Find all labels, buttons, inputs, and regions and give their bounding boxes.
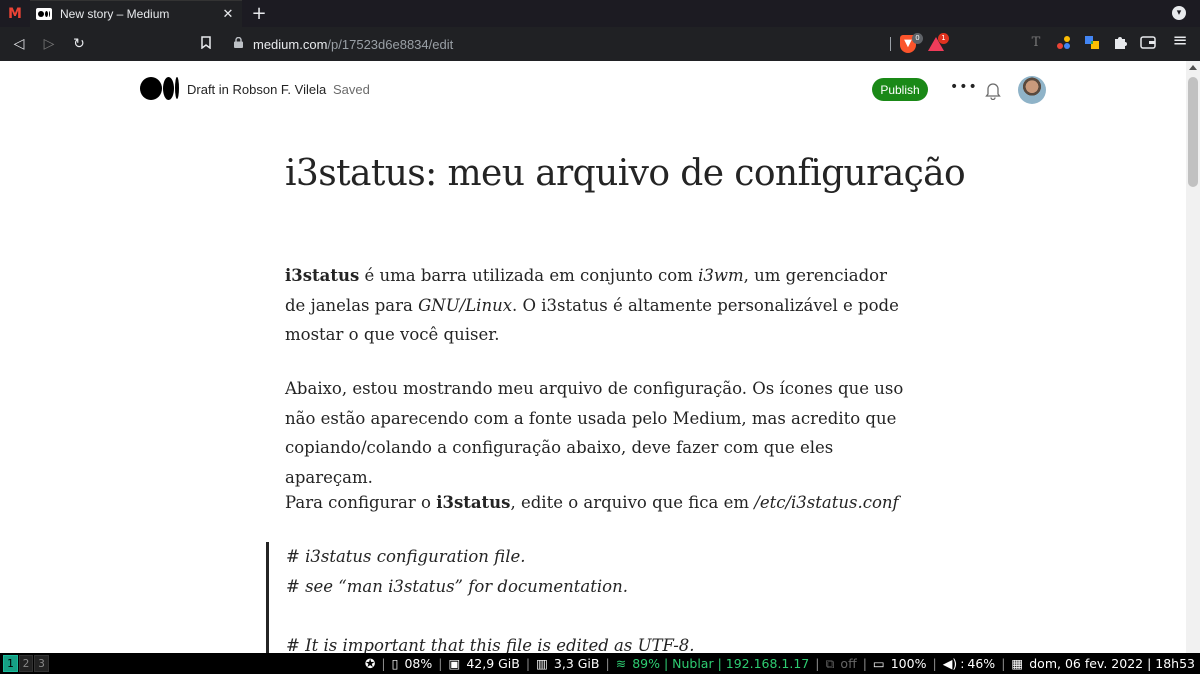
workspace-1[interactable]: 1 [3, 655, 18, 672]
rebel-icon: ✪ [364, 656, 376, 671]
shields-count-badge: 0 [912, 33, 923, 44]
disk-free: 42,9 GiB [466, 656, 520, 671]
scroll-up-arrow-icon[interactable] [1189, 65, 1197, 70]
colorful-dots-icon[interactable] [1054, 35, 1074, 55]
medium-logo-icon[interactable] [140, 77, 182, 101]
wifi-icon: ≋ [615, 656, 627, 671]
reload-icon[interactable]: ↻ [64, 36, 94, 52]
paragraph-text: é uma barra utilizada em conjunto com [359, 266, 699, 285]
notifications-bell-icon[interactable] [984, 80, 1002, 101]
quote-line-blank [286, 601, 906, 631]
forward-icon[interactable]: ▷ [34, 36, 64, 52]
paragraph-text: , edite o arquivo que fica em [510, 493, 755, 512]
volume-prefix: : [960, 656, 965, 671]
term-i3status: i3status [285, 266, 360, 285]
ethernet-icon: ⧉ [825, 655, 835, 671]
ethernet-status: off [840, 656, 857, 671]
calendar-icon: ▦ [1011, 656, 1024, 671]
separator: | [381, 656, 386, 671]
tab-search-icon[interactable]: ▾ [1172, 6, 1186, 20]
memory-icon: ▥ [536, 656, 548, 671]
article-paragraph-3[interactable]: Para configurar o i3status, edite o arqu… [285, 488, 905, 518]
config-blockquote[interactable]: # i3status configuration file. # see “ma… [266, 542, 906, 653]
url-host: medium.com [253, 36, 328, 52]
article-paragraph-2[interactable]: Abaixo, estou mostrando meu arquivo de c… [285, 374, 905, 492]
separator: | [862, 656, 867, 671]
medium-favicon-icon [36, 8, 52, 20]
battery-level: 100% [890, 656, 927, 671]
quote-line: # see “man i3status” for documentation. [286, 576, 628, 596]
workspace-2[interactable]: 2 [18, 655, 34, 672]
paragraph-text: Para configurar o [285, 493, 437, 512]
browser-toolbar: ◁ ▷ ↻ medium.com/p/17523d6e8834/edit ▼ 0… [0, 27, 1200, 61]
lock-icon [234, 36, 243, 51]
translate-icon[interactable]: T [1026, 35, 1046, 50]
term-gnu-linux: GNU/Linux [418, 295, 513, 315]
separator: | [932, 656, 937, 671]
url-path: /p/17523d6e8834/edit [327, 36, 454, 52]
cpu-icon: ▯ [391, 656, 399, 671]
volume-icon: ◀) [942, 656, 958, 671]
separator: | [605, 656, 610, 671]
separator: | [815, 656, 820, 671]
tab-title: New story – Medium [60, 7, 170, 21]
draft-label: Draft in Robson F. Vilela [187, 82, 327, 97]
menu-icon[interactable]: ≡ [1170, 30, 1190, 51]
quote-line: # It is important that this file is edit… [286, 635, 695, 654]
bookmark-icon[interactable] [194, 36, 218, 53]
saved-status: Saved [333, 82, 370, 97]
address-bar[interactable]: medium.com/p/17523d6e8834/edit ▼ 0 1 [226, 31, 960, 57]
volume-level: 46% [967, 656, 996, 671]
article-paragraph-1[interactable]: i3status é uma barra utilizada em conjun… [285, 261, 905, 350]
publish-button[interactable]: Publish [872, 78, 928, 101]
new-tab-button[interactable]: + [244, 3, 274, 24]
separator: | [1001, 656, 1006, 671]
page-scrollbar[interactable] [1186, 61, 1200, 653]
status-blocks: ✪ | ▯ 08% | ▣ 42,9 GiB | ▥ 3,3 GiB | ≋ 89% |… [362, 653, 1198, 674]
more-options-icon[interactable]: ••• [950, 79, 978, 95]
url-separator [890, 37, 891, 51]
tab-medium[interactable]: New story – Medium ✕ [30, 0, 242, 27]
puzzle-icon[interactable] [1110, 35, 1130, 54]
i3-status-bar: 1 2 3 ✪ | ▯ 08% | ▣ 42,9 GiB | ▥ 3,3 GiB | … [0, 653, 1200, 674]
battery-icon: ▭ [872, 656, 885, 671]
medium-header: Draft in Robson F. Vilela Saved Publish … [0, 61, 1186, 121]
wallet-icon[interactable] [1138, 35, 1158, 53]
disk-icon: ▣ [448, 656, 461, 671]
memory-used: 3,3 GiB [553, 656, 600, 671]
user-avatar[interactable] [1018, 76, 1046, 104]
cpu-usage: 08% [404, 656, 433, 671]
separator: | [525, 656, 531, 671]
workspace-3[interactable]: 3 [34, 655, 49, 672]
gmail-icon: M [8, 5, 22, 22]
config-path: /etc/i3status.conf [754, 493, 899, 512]
datetime: dom, 06 fev. 2022 | 18h53 [1029, 656, 1195, 671]
color-squares-icon[interactable] [1082, 35, 1102, 55]
separator: | [438, 656, 443, 671]
back-icon[interactable]: ◁ [4, 36, 34, 52]
article-title[interactable]: i3status: meu arquivo de configuração [285, 153, 966, 194]
wifi-status: 89% | Nublar | 192.168.1.17 [632, 656, 810, 671]
medium-editor-page: Draft in Robson F. Vilela Saved Publish … [0, 61, 1186, 653]
pinned-tab-gmail[interactable]: M [0, 0, 30, 27]
tab-strip: M New story – Medium ✕ + ▾ [0, 0, 1200, 27]
term-i3wm: i3wm [698, 266, 744, 285]
quote-line: # i3status configuration file. [286, 547, 526, 566]
rewards-count-badge: 1 [938, 33, 949, 44]
tab-close-icon[interactable]: ✕ [218, 7, 238, 22]
scroll-thumb[interactable] [1188, 77, 1198, 187]
term-i3status: i3status [436, 493, 511, 512]
